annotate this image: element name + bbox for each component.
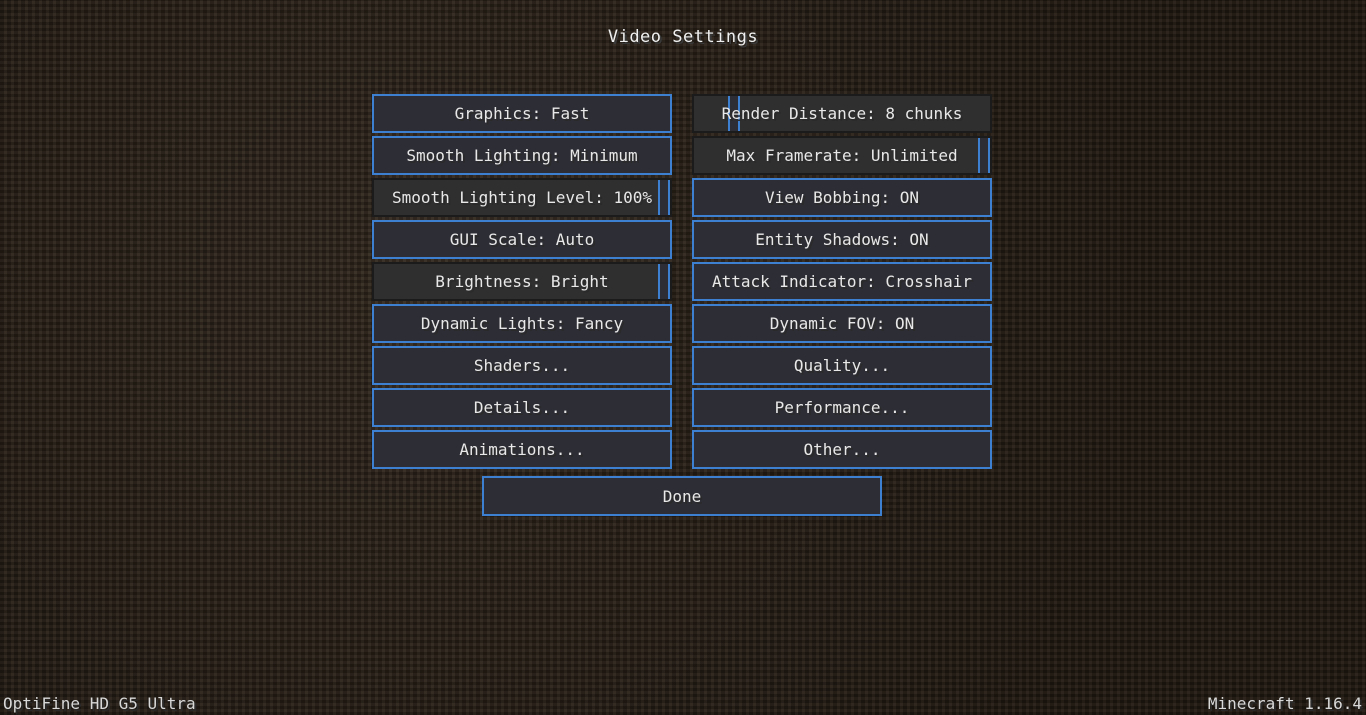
slider-knob[interactable]: [658, 180, 670, 215]
entity-shadows-label: Entity Shadows: ON: [755, 230, 929, 249]
performance-button[interactable]: Performance...: [692, 388, 992, 427]
graphics-button[interactable]: Graphics: Fast: [372, 94, 672, 133]
smooth-lighting-level-label: Smooth Lighting Level: 100%: [391, 188, 653, 207]
attack-indicator-button[interactable]: Attack Indicator: Crosshair: [692, 262, 992, 301]
dynamic-lights-label: Dynamic Lights: Fancy: [420, 314, 624, 333]
performance-label: Performance...: [774, 398, 910, 417]
smooth-lighting-label: Smooth Lighting: Minimum: [406, 146, 638, 165]
other-button[interactable]: Other...: [692, 430, 992, 469]
render-distance-label: Render Distance: 8 chunks: [721, 104, 963, 123]
slider-knob[interactable]: [658, 264, 670, 299]
done-label: Done: [662, 486, 702, 506]
view-bobbing-button[interactable]: View Bobbing: ON: [692, 178, 992, 217]
minecraft-version: Minecraft 1.16.4: [1207, 694, 1362, 713]
animations-label: Animations...: [459, 440, 585, 459]
dynamic-fov-button[interactable]: Dynamic FOV: ON: [692, 304, 992, 343]
quality-button[interactable]: Quality...: [692, 346, 992, 385]
optifine-version: OptiFine HD G5 Ultra: [3, 694, 196, 713]
other-label: Other...: [803, 440, 881, 459]
shaders-label: Shaders...: [473, 356, 571, 375]
slider-knob[interactable]: [978, 138, 990, 173]
max-framerate-slider[interactable]: Max Framerate: Unlimited: [692, 136, 992, 175]
gui-scale-label: GUI Scale: Auto: [449, 230, 595, 249]
shaders-button[interactable]: Shaders...: [372, 346, 672, 385]
render-distance-slider[interactable]: Render Distance: 8 chunks: [692, 94, 992, 133]
smooth-lighting-level-slider[interactable]: Smooth Lighting Level: 100%: [372, 178, 672, 217]
settings-grid: Graphics: Fast Render Distance: 8 chunks…: [372, 94, 992, 469]
brightness-slider[interactable]: Brightness: Bright: [372, 262, 672, 301]
dynamic-lights-button[interactable]: Dynamic Lights: Fancy: [372, 304, 672, 343]
attack-indicator-label: Attack Indicator: Crosshair: [711, 272, 973, 291]
view-bobbing-label: View Bobbing: ON: [764, 188, 920, 207]
details-button[interactable]: Details...: [372, 388, 672, 427]
gui-scale-button[interactable]: GUI Scale: Auto: [372, 220, 672, 259]
animations-button[interactable]: Animations...: [372, 430, 672, 469]
quality-label: Quality...: [793, 356, 891, 375]
smooth-lighting-button[interactable]: Smooth Lighting: Minimum: [372, 136, 672, 175]
details-label: Details...: [473, 398, 571, 417]
graphics-label: Graphics: Fast: [454, 104, 590, 123]
max-framerate-label: Max Framerate: Unlimited: [726, 146, 958, 165]
brightness-label: Brightness: Bright: [435, 272, 609, 291]
done-button[interactable]: Done: [482, 476, 882, 516]
entity-shadows-button[interactable]: Entity Shadows: ON: [692, 220, 992, 259]
screen-title: Video Settings: [607, 27, 759, 47]
dynamic-fov-label: Dynamic FOV: ON: [769, 314, 915, 333]
